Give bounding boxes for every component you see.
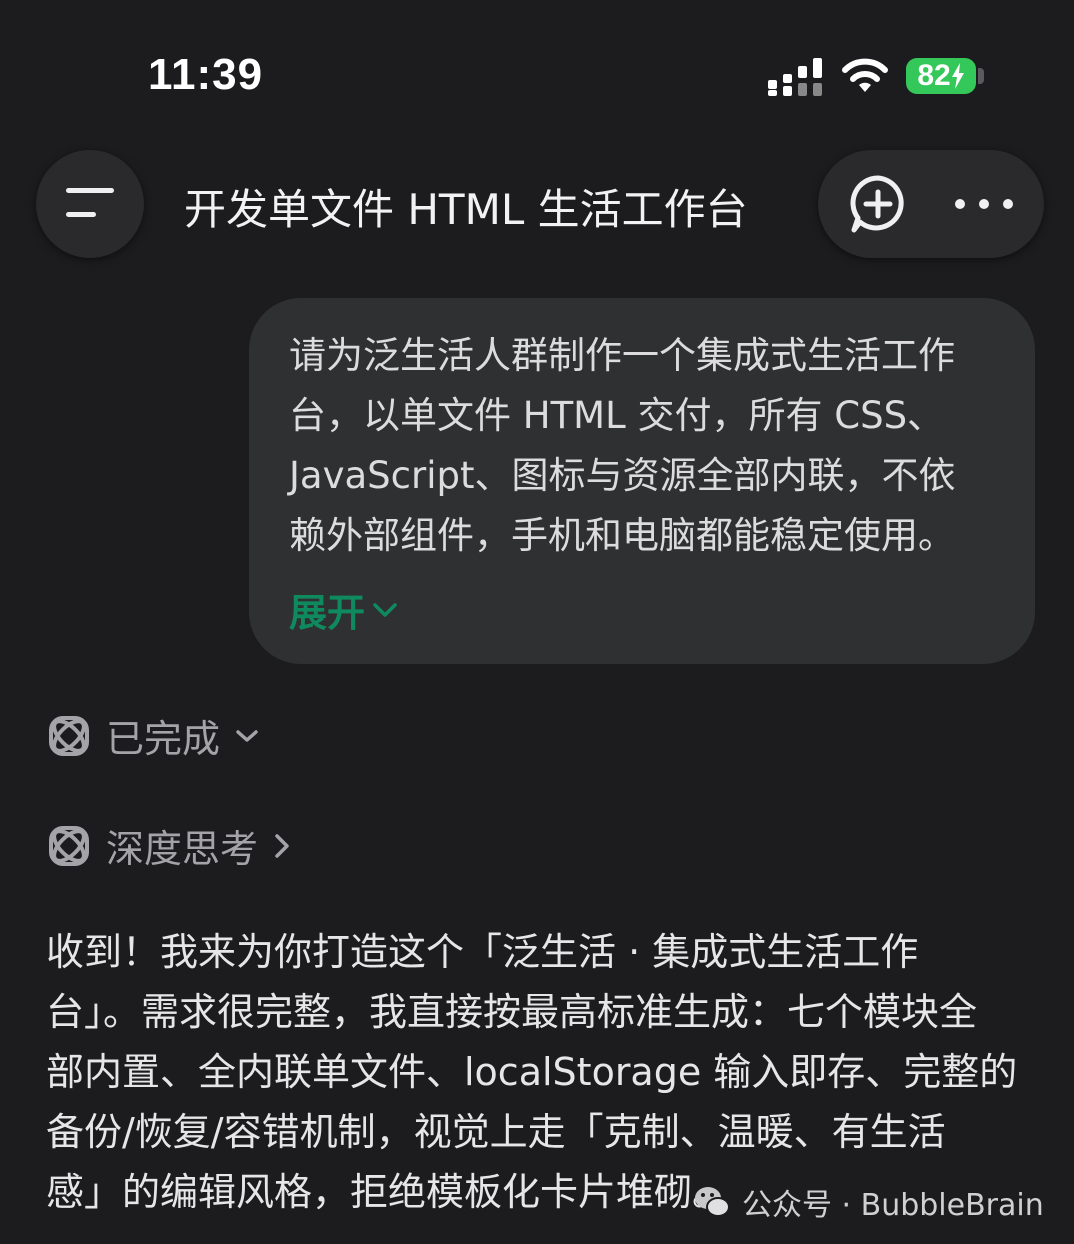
reply-line: 台」。需求很完整，我直接按最高标准生成：七个模块全 [46,990,978,1034]
completed-label: 已完成 [106,717,221,761]
sidebar-menu-button[interactable] [36,150,144,258]
wifi-icon [842,58,888,92]
expand-label: 展开 [289,591,366,635]
header-actions [818,150,1044,258]
reply-line: 备份/恢复/容错机制，视觉上走「克制、温暖、有生活 [46,1110,946,1154]
menu-icon-line [66,212,96,217]
battery-level: 82 [917,59,951,92]
user-message-text: 请为泛生活人群制作一个集成式生活工作 台，以单文件 HTML 交付，所有 CSS… [289,326,1009,566]
reply-line: 收到！我来为你打造这个「泛生活 · 集成式生活工作 [46,930,919,974]
user-message-line: 台，以单文件 HTML 交付，所有 CSS、 [289,394,945,437]
chevron-down-icon [236,729,258,742]
deep-thinking-label: 深度思考 [106,827,259,871]
menu-icon-line [66,188,114,193]
user-message-line: JavaScript、图标与资源全部内联，不依 [289,454,956,497]
status-bar: 11:39 82 [0,0,1074,140]
expand-button[interactable]: 展开 [289,582,399,637]
wechat-icon [695,1187,730,1217]
status-time: 11:39 [148,50,264,99]
ai-logo-icon [49,715,89,756]
completed-status-row[interactable]: 已完成 [46,708,260,763]
user-message-bubble: 请为泛生活人群制作一个集成式生活工作 台，以单文件 HTML 交付，所有 CSS… [249,298,1035,664]
ai-logo-icon [49,825,89,866]
battery-icon: 82 [906,58,976,94]
more-options-icon[interactable] [952,194,1016,214]
user-message-line: 赖外部组件，手机和电脑都能稳定使用。 [289,514,955,557]
watermark-text: 公众号 · BubbleBrain [742,1188,1044,1223]
charging-bolt-icon [951,63,964,89]
user-message-line: 请为泛生活人群制作一个集成式生活工作 [289,334,955,377]
page-title: 开发单文件 HTML 生活工作台 [184,185,748,234]
new-chat-icon[interactable] [848,174,908,234]
battery-cap [978,68,984,84]
cellular-signal-icon [768,58,822,96]
chevron-right-icon [275,833,289,858]
chevron-down-icon [373,602,397,617]
reply-line: 部内置、全内联单文件、localStorage 输入即存、完整的 [46,1050,1018,1094]
deep-thinking-row[interactable]: 深度思考 [46,818,292,873]
watermark: 公众号 · BubbleBrain [692,1176,1044,1228]
